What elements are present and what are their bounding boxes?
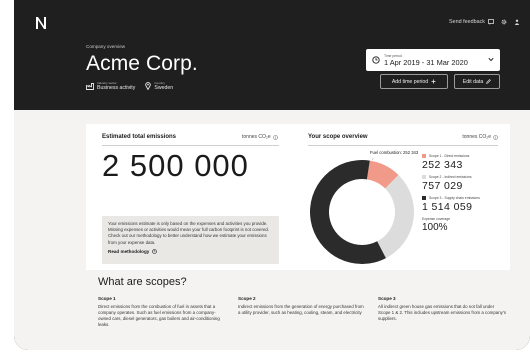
time-period-value: 1 Apr 2019 - 31 Mar 2020 <box>384 57 468 67</box>
company-header: Company overview Acme Corp. Industry sec… <box>14 40 530 108</box>
country-value: Sweden <box>154 85 174 91</box>
plus-icon <box>431 79 436 84</box>
what-are-scopes-heading: What are scopes? <box>98 276 187 288</box>
fuel-combustion-callout: Fuel combustion: 252 343 <box>370 150 419 155</box>
chevron-down-icon <box>488 57 494 62</box>
feedback-icon <box>488 19 494 25</box>
add-time-period-label: Add time period <box>391 78 429 85</box>
page-frame: Send feedback Company overview Acme Corp… <box>0 0 530 361</box>
edit-data-button[interactable]: Edit data <box>454 74 500 89</box>
scope-title: Scope 3 <box>378 296 396 301</box>
top-nav: Send feedback <box>449 19 520 25</box>
expense-coverage-label: Expense coverage <box>422 217 451 221</box>
overview-label: Company overview <box>86 44 126 49</box>
info-icon[interactable] <box>272 134 278 140</box>
donut-slice-scope-2[interactable] <box>377 174 414 259</box>
legend-label: Scope 3 - Supply chain emissions <box>429 196 480 200</box>
main-content: Estimated total emissions tonnes CO₂e 2 … <box>14 110 530 350</box>
legend-swatch <box>422 196 426 200</box>
time-period-select[interactable]: Time period 1 Apr 2019 - 31 Mar 2020 <box>366 49 500 71</box>
methodology-notice: Your emissions estimate is only based on… <box>102 216 279 264</box>
top-bar: Send feedback <box>14 0 530 40</box>
edit-data-label: Edit data <box>462 78 484 85</box>
notice-text: Your emissions estimate is only based on… <box>108 221 270 245</box>
company-name: Acme Corp. <box>86 52 198 75</box>
scope-3-description: Scope 3 All indirect green house gas emi… <box>378 296 506 322</box>
scope-unit: tonnes CO₂e <box>462 134 498 140</box>
callout-leader-line <box>372 158 374 161</box>
divider <box>308 145 498 146</box>
expense-coverage-value: 100% <box>422 222 448 233</box>
legend-scope-3: Scope 3 - Supply chain emissions 1 514 0… <box>422 196 502 213</box>
scope-text: Direct emissions from the combustion of … <box>98 304 220 327</box>
scope-1-description: Scope 1 Direct emissions from the combus… <box>98 296 226 328</box>
scope-text: All indirect green house gas emissions t… <box>378 304 506 321</box>
total-emissions-value: 2 500 000 <box>102 148 249 183</box>
legend-value: 252 343 <box>422 159 463 171</box>
scope-overview-title: Your scope overview <box>308 134 368 140</box>
factory-icon <box>86 82 94 90</box>
scope-legend: Scope 1 - Direct emissions 252 343 Scope… <box>422 154 502 237</box>
legend-swatch <box>422 175 426 179</box>
scope-unit-label: tonnes CO₂e <box>462 134 491 140</box>
scope-title: Scope 2 <box>238 296 256 301</box>
industry-sector: Industry sector Business activity <box>86 81 135 91</box>
location-pin-icon <box>145 82 152 90</box>
country: Country Sweden <box>145 81 173 91</box>
user-icon[interactable] <box>514 19 520 25</box>
legend-scope-1: Scope 1 - Direct emissions 252 343 <box>422 154 502 171</box>
pencil-icon <box>486 79 492 84</box>
legend-scope-2: Scope 2 - Indirect emissions 757 029 <box>422 175 502 192</box>
app-window: Send feedback Company overview Acme Corp… <box>14 0 530 350</box>
scope-text: Indirect emissions from the generation o… <box>238 304 364 315</box>
read-methodology-link[interactable]: Read methodology <box>108 249 273 254</box>
legend-label: Scope 2 - Indirect emissions <box>429 175 472 179</box>
info-icon[interactable] <box>493 134 498 140</box>
emissions-unit-label: tonnes CO₂e <box>242 134 271 140</box>
help-icon <box>152 249 158 254</box>
gear-icon[interactable] <box>501 19 507 25</box>
clock-icon <box>372 56 380 64</box>
estimated-emissions-title: Estimated total emissions <box>102 134 177 140</box>
legend-value: 1 514 059 <box>422 201 473 213</box>
emissions-unit: tonnes CO₂e <box>242 134 278 140</box>
read-methodology-label: Read methodology <box>108 248 150 254</box>
legend-label: Scope 1 - Direct emissions <box>429 154 470 158</box>
n-logo-icon[interactable] <box>34 16 48 30</box>
company-meta: Industry sector Business activity Countr… <box>86 81 173 91</box>
legend-value: 757 029 <box>422 180 463 192</box>
legend-swatch <box>422 154 426 158</box>
emissions-card: Estimated total emissions tonnes CO₂e 2 … <box>86 124 510 270</box>
scope-donut-chart <box>310 158 414 264</box>
expense-coverage: Expense coverage 100% <box>422 217 502 233</box>
scope-2-description: Scope 2 Indirect emissions from the gene… <box>238 296 366 316</box>
divider <box>102 145 279 146</box>
send-feedback-button[interactable]: Send feedback <box>449 19 494 25</box>
send-feedback-label: Send feedback <box>449 19 485 25</box>
scope-title: Scope 1 <box>98 296 116 301</box>
industry-sector-value: Business activity <box>97 85 136 91</box>
add-time-period-button[interactable]: Add time period <box>380 74 448 89</box>
